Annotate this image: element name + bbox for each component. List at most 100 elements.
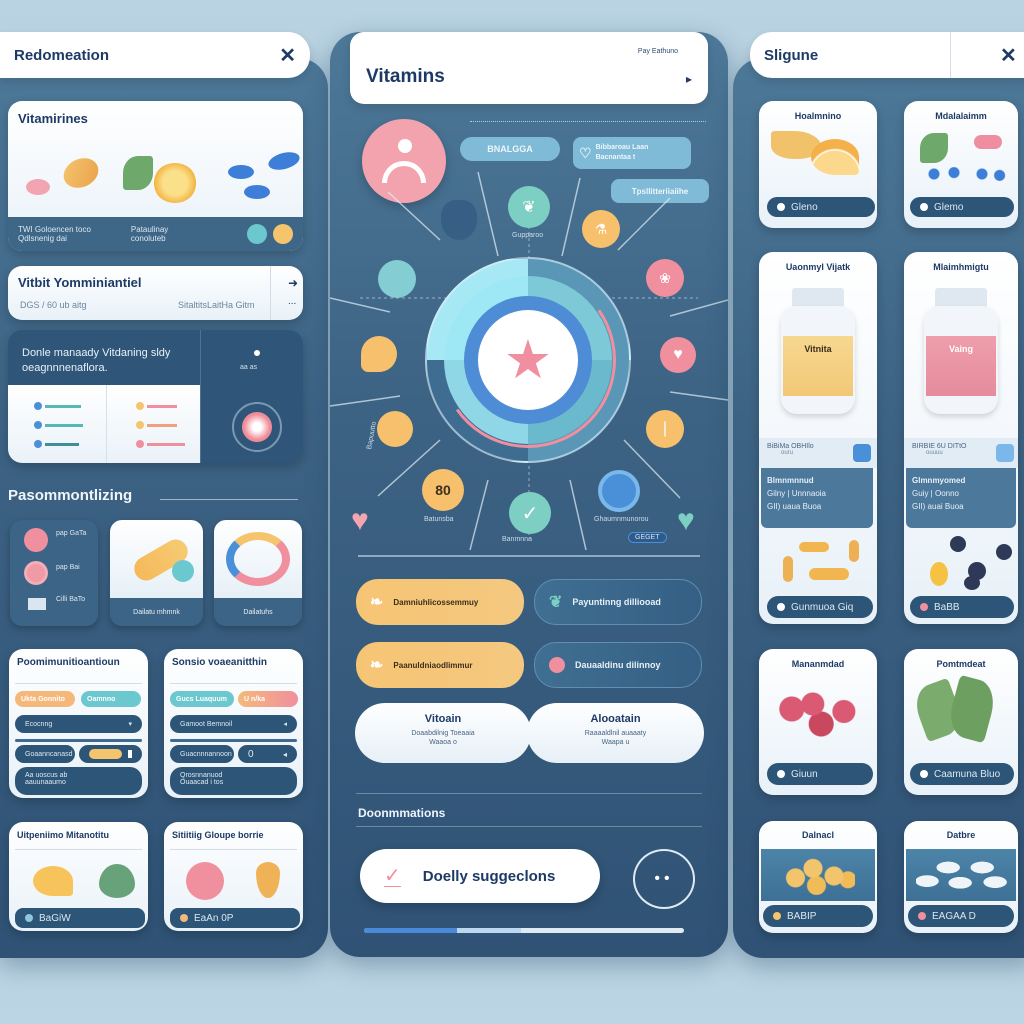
leaf-badge-icon[interactable]: ❦	[508, 186, 550, 228]
daily-button-label: Doelly suggeclons	[422, 867, 556, 885]
center-panel-title: Vitamins	[366, 66, 445, 87]
product-badge: Glemo	[910, 197, 1014, 217]
select-field[interactable]: Goaanncanasd	[15, 745, 75, 763]
shield-icon[interactable]	[441, 200, 477, 240]
number-field[interactable]: 0 ◂	[238, 745, 297, 763]
note-field[interactable]: Aa uoscus ab aauunaaumo	[15, 767, 142, 795]
action-pill-amber[interactable]: ❧ Paanuldniaodlimmur	[356, 642, 524, 688]
tile-pink-icon	[24, 528, 48, 552]
select-value: Ecocnng	[25, 720, 53, 728]
more-icon[interactable]: ...	[288, 296, 296, 307]
food-card[interactable]: Uitpeniimo Mitanotitu BaGiW	[9, 822, 148, 931]
badge-text: Gleno	[791, 201, 818, 213]
chip-top-1[interactable]: BNALGGA	[460, 137, 560, 161]
header-hint: Pay Eathuno	[637, 48, 678, 55]
select-field[interactable]: Gamoot Bemnoil ◂	[170, 715, 297, 733]
bottle-card[interactable]: Mlaimhmigtu Vaing BIRBIE 6U DITtO ouuuu …	[904, 252, 1018, 624]
vitamins-card[interactable]: Vitamirines TWI Goloencen toco Qdlsnenig …	[8, 101, 303, 251]
capsule-slider-icon	[89, 749, 123, 759]
heart-circle-icon[interactable]: ♥	[660, 337, 696, 373]
compare-title: Alooatain	[590, 713, 641, 725]
product-badge: Giuun	[767, 763, 873, 785]
pill-circle-icon[interactable]: |	[646, 410, 684, 448]
tile-ring[interactable]: Dailatuhs	[214, 520, 302, 626]
select-field[interactable]: Guacnnnannoon	[170, 745, 234, 763]
badge-dot-icon	[920, 603, 928, 611]
apple-icon[interactable]: ❀	[646, 259, 684, 297]
heart-pink-icon[interactable]: ♥	[351, 506, 369, 536]
product-card-title: Dalnacl	[801, 830, 834, 840]
product-card[interactable]: Datbre EAGAA D	[904, 821, 1018, 933]
tile-label: Cilli BaTo	[56, 596, 86, 603]
close-icon[interactable]: ✕	[279, 43, 296, 68]
summary-card[interactable]: Donle manaady Vitdaning sldy oeagnnnenaf…	[8, 330, 303, 463]
product-card[interactable]: Mdalalaimm Glemo	[904, 101, 1018, 228]
compare-card-other[interactable]: Alooatain Raaaaldlnil auaaaty Waapa u	[527, 703, 704, 763]
leaf-circle-icon[interactable]	[378, 260, 416, 298]
close-icon[interactable]: ✕	[1000, 43, 1017, 68]
summary-text: Donle manaady Vitdaning sldy oeagnnnenaf…	[22, 347, 171, 374]
note-field[interactable]: Qrosnnanuod Ouaacad i tos	[170, 767, 297, 795]
connector-line	[330, 297, 391, 313]
product-card[interactable]: Dalnacl BABIP	[759, 821, 877, 933]
right-panel-title: Sligune	[764, 46, 819, 64]
more-dots-icon: ••	[654, 870, 674, 887]
food-card[interactable]: Sitiitiig Gloupe borrie EaAn 0P	[164, 822, 303, 931]
bottle-cap	[792, 288, 844, 308]
legend-list-warm	[136, 402, 185, 448]
progress-segment-secondary	[456, 928, 521, 933]
heart-teal-icon[interactable]: ♥	[677, 506, 695, 536]
footer-text: Pataulinay	[130, 225, 169, 234]
orbit-badge[interactable]: GEGET	[628, 532, 667, 543]
connector-line	[669, 299, 728, 317]
daily-suggestions-button[interactable]: ✓ Doelly suggeclons	[360, 849, 600, 903]
target-circle-icon[interactable]	[598, 470, 640, 512]
search-card-title: Vitbit Yomminiantiel	[18, 275, 142, 290]
badge-text: BaBB	[934, 601, 960, 613]
product-card-title: Mananmdad	[791, 659, 845, 669]
product-card[interactable]: Pomtmdeat Caamuna Bluo	[904, 649, 1018, 795]
slider-field[interactable]	[79, 745, 142, 763]
heart-bubble-icon[interactable]	[361, 336, 397, 372]
chip-teal[interactable]: Oamnno	[81, 691, 141, 707]
connector-line	[387, 191, 441, 241]
header-divider	[950, 32, 951, 78]
product-card[interactable]: Hoalmnino Gleno	[759, 101, 877, 228]
vitamin-bottle-icon: Vaing	[924, 306, 998, 414]
product-card[interactable]: Mananmdad Giuun	[759, 649, 877, 795]
tile-capsule[interactable]: Dailatu mhmnk	[110, 520, 203, 626]
connector-line	[569, 479, 587, 551]
center-disc[interactable]: ★	[478, 310, 578, 410]
compare-card-vitamin[interactable]: Vitoain Doaabdilnig Toeaaia Waaoa o	[355, 703, 531, 763]
blue-pills-icon	[926, 167, 1006, 181]
berry-cluster-icon	[775, 689, 859, 739]
lemon-icon	[153, 163, 197, 203]
tile-list[interactable]: pap GaTa pap Bai Cilli BaTo	[10, 520, 98, 626]
detail-text: Glmnmyomed	[912, 476, 966, 485]
heart-outline-icon: ♡	[579, 144, 592, 161]
action-pill-amber[interactable]: ❧ Damniuhlicossemmuy	[356, 579, 524, 625]
berries-icon	[974, 135, 1002, 149]
gummy-icon	[930, 562, 948, 586]
action-pill-dark[interactable]: ❦ Payuntinng dilliooad	[534, 579, 702, 625]
vitamin-search-card[interactable]: Vitbit Yomminiantiel DGS / 60 ub aitg Si…	[8, 266, 303, 320]
chip-gradient[interactable]: U n/ka	[238, 691, 298, 707]
check-circle-icon[interactable]: ✓	[509, 492, 551, 534]
lemon-slice-icon	[33, 866, 73, 896]
thermometer-icon	[549, 657, 565, 673]
food-card-title: Sitiitiig Gloupe borrie	[172, 830, 264, 840]
chip-teal[interactable]: Gucs Luaquum	[170, 691, 234, 707]
chevron-right-icon[interactable]: ▸	[686, 72, 692, 86]
arrow-icon[interactable]: ➜	[288, 276, 298, 290]
counter-icon[interactable]: 80	[422, 469, 464, 511]
select-value: Goaanncanasd	[25, 750, 73, 758]
more-options-button[interactable]: ••	[633, 849, 695, 909]
tablet-icon[interactable]	[377, 411, 413, 447]
chip-amber[interactable]: Ukta Gonnito	[15, 691, 75, 707]
bottle-card[interactable]: Uaonmyl Vijatk Vitnita BiBiMa OBHIlo our…	[759, 252, 877, 624]
divider	[356, 793, 702, 794]
action-pill-dark[interactable]: Dauaaldinu dilinnoy	[534, 642, 702, 688]
select-field[interactable]: Ecocnng ▾	[15, 715, 142, 733]
flask-icon[interactable]: ⚗	[582, 210, 620, 248]
leaf-icon	[123, 156, 153, 190]
